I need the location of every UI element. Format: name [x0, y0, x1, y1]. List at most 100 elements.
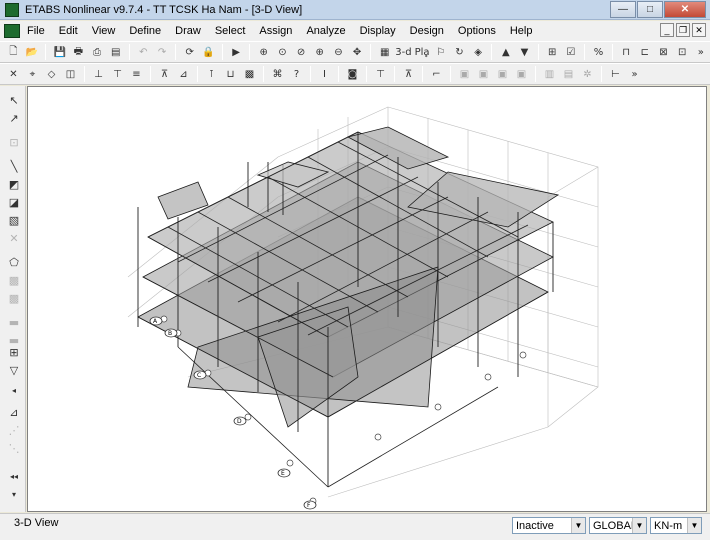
minimize-button[interactable]: — — [610, 1, 636, 18]
rotate-icon[interactable]: ↻ — [451, 44, 468, 61]
design-composite-icon[interactable]: ⌐ — [428, 66, 445, 83]
pointer-icon[interactable]: ↖ — [6, 92, 22, 108]
chevron-down-icon[interactable]: ▼ — [571, 518, 585, 533]
diaphragm-icon[interactable]: ◇ — [43, 66, 60, 83]
menu-define[interactable]: Define — [122, 25, 168, 37]
menu-file[interactable]: File — [20, 25, 52, 37]
object-shrink-icon[interactable]: ⊞ — [544, 44, 561, 61]
frame-releases-icon[interactable]: ⊤ — [109, 66, 126, 83]
menu-draw[interactable]: Draw — [168, 25, 208, 37]
menu-select[interactable]: Select — [208, 25, 253, 37]
menu-edit[interactable]: Edit — [52, 25, 85, 37]
mdi-minimize-button[interactable]: _ — [660, 23, 674, 37]
menu-design[interactable]: Design — [403, 25, 451, 37]
display-table-icon[interactable]: ▣ — [456, 66, 473, 83]
document-icon[interactable] — [4, 24, 20, 38]
draw-brace-icon-left[interactable]: ✕ — [6, 230, 22, 246]
chevron-down-icon[interactable]: ▼ — [687, 518, 701, 533]
display-table2-icon[interactable]: ▣ — [475, 66, 492, 83]
wall-design-icon[interactable]: ▤ — [560, 66, 577, 83]
frame-section-icon[interactable]: ⊥ — [90, 66, 107, 83]
draw-section-cut-icon[interactable]: ▽ — [6, 362, 22, 378]
left-scroll-down-icon[interactable]: ◂◂ — [6, 468, 22, 484]
draw-beam-icon[interactable]: ⊏ — [636, 44, 653, 61]
draw-grid-icon[interactable]: ⊞ — [6, 344, 22, 360]
move-down-icon[interactable]: ▼ — [516, 44, 533, 61]
design-concrete-icon[interactable]: ⊼ — [400, 66, 417, 83]
draw-point-icon[interactable]: ⊡ — [6, 134, 22, 150]
snap-intersection-icon[interactable]: ⋱ — [6, 440, 22, 456]
frame-forces-icon[interactable]: Ⅰ — [316, 66, 333, 83]
menu-display[interactable]: Display — [353, 25, 403, 37]
draw-column-region-icon[interactable]: ◪ — [6, 194, 22, 210]
refresh-icon[interactable]: ⟳ — [181, 44, 198, 61]
area-opening-icon[interactable]: ⊔ — [222, 66, 239, 83]
show-mode-icon[interactable]: ? — [288, 66, 305, 83]
left-scroll-up-icon[interactable]: ◂ — [6, 382, 22, 398]
print-preview-icon[interactable]: ⎙ — [89, 44, 106, 61]
draw-beam-region-icon[interactable]: ▧ — [6, 212, 22, 228]
menu-analyze[interactable]: Analyze — [299, 25, 352, 37]
area-mesh-icon[interactable]: ▩ — [241, 66, 258, 83]
draw-line-region-icon[interactable]: ◩ — [6, 176, 22, 192]
draw-line-icon[interactable]: ╲ — [6, 158, 22, 174]
draw-wall-icon[interactable]: ▬ — [6, 314, 22, 330]
display-table4-icon[interactable]: ▣ — [513, 66, 530, 83]
draw-brace-icon[interactable]: ⊠ — [655, 44, 672, 61]
zoom-window-icon[interactable]: ⊕ — [255, 44, 272, 61]
draw-area-icon[interactable]: ⬠ — [6, 254, 22, 270]
draw-column-icon[interactable]: ⊡ — [674, 44, 691, 61]
menu-options[interactable]: Options — [451, 25, 503, 37]
draw-rect-area-icon[interactable]: ▩ — [6, 272, 22, 288]
plan-level-button[interactable]: Plḁ — [414, 44, 431, 61]
reshape-icon[interactable]: ↗ — [6, 110, 22, 126]
plan-view-icon[interactable]: ▦ — [376, 44, 393, 61]
toolbar-overflow-icon[interactable]: » — [693, 44, 710, 61]
frame-load-icon[interactable]: ⊿ — [175, 66, 192, 83]
undo-icon[interactable]: ↶ — [135, 44, 152, 61]
dimension-icon[interactable]: ⊢ — [607, 66, 624, 83]
joint-mass-icon[interactable]: ◫ — [62, 66, 79, 83]
shell-forces-icon[interactable]: ◙ — [344, 66, 361, 83]
save-icon[interactable]: 💾 — [51, 44, 68, 61]
joint-springs-icon[interactable]: ⌖ — [24, 66, 41, 83]
maximize-button[interactable]: □ — [637, 1, 663, 18]
restraint-icon[interactable]: ✕ — [5, 66, 22, 83]
wall-check-icon[interactable]: ✲ — [579, 66, 596, 83]
percent-dropdown-icon[interactable]: % — [590, 44, 607, 61]
design-steel-icon[interactable]: ⊤ — [372, 66, 389, 83]
pan-icon[interactable]: ✥ — [349, 44, 366, 61]
left-scroll-end-icon[interactable]: ▾ — [6, 486, 22, 502]
menu-help[interactable]: Help — [503, 25, 540, 37]
elevation-icon[interactable]: ⚐ — [432, 44, 449, 61]
point-load-icon[interactable]: ⊼ — [156, 66, 173, 83]
zoom-in-icon[interactable]: ⊕ — [311, 44, 328, 61]
redo-icon[interactable]: ↷ — [154, 44, 171, 61]
chevron-down-icon[interactable]: ▼ — [632, 518, 646, 533]
snap-point-icon[interactable]: ⊿ — [6, 404, 22, 420]
new-file-icon[interactable]: 🗋 — [5, 44, 22, 61]
frame-offsets-icon[interactable]: ≡ — [128, 66, 145, 83]
coordinate-system-dropdown[interactable]: GLOBAL ▼ — [589, 517, 647, 534]
zoom-previous-icon[interactable]: ⊘ — [293, 44, 310, 61]
zoom-out-icon[interactable]: ⊖ — [330, 44, 347, 61]
area-section-icon[interactable]: ⊺ — [203, 66, 220, 83]
draw-frame-icon[interactable]: ⊓ — [618, 44, 635, 61]
menu-assign[interactable]: Assign — [252, 25, 299, 37]
perspective-icon[interactable]: ◈ — [470, 44, 487, 61]
move-up-icon[interactable]: ▲ — [497, 44, 514, 61]
lock-icon[interactable]: 🔒 — [200, 44, 217, 61]
model-viewport-3d[interactable]: A B C D E F — [27, 86, 707, 512]
set-display-icon[interactable]: ☑ — [562, 44, 579, 61]
show-deformed-icon[interactable]: ⌘ — [269, 66, 286, 83]
open-folder-icon[interactable]: 📂 — [24, 44, 41, 61]
zoom-full-icon[interactable]: ⊙ — [274, 44, 291, 61]
menu-view[interactable]: View — [85, 25, 123, 37]
shear-wall-icon[interactable]: ▥ — [541, 66, 558, 83]
draw-area-region-icon[interactable]: ▩ — [6, 290, 22, 306]
print-icon[interactable]: 🖶 — [70, 44, 87, 61]
mdi-close-button[interactable]: ✕ — [692, 23, 706, 37]
units-dropdown[interactable]: KN-m ▼ — [650, 517, 702, 534]
mode-dropdown[interactable]: Inactive ▼ — [512, 517, 586, 534]
3d-view-button[interactable]: 3-d — [395, 44, 412, 61]
